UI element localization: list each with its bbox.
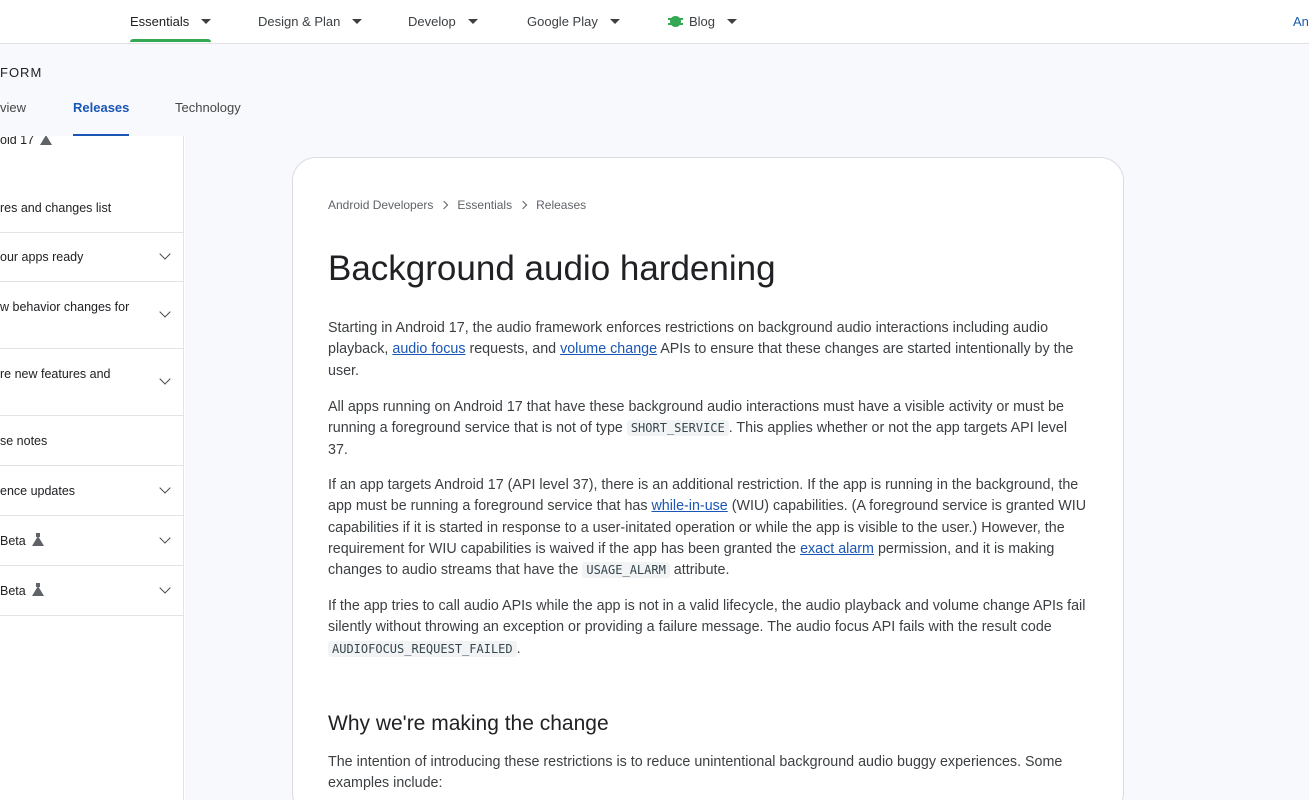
topnav-essentials-label: Essentials — [130, 14, 190, 29]
sidebar-item-label: re new features and — [0, 367, 111, 381]
flask-icon — [31, 583, 44, 596]
topnav-blog-label: Blog — [689, 14, 716, 29]
chevron-down-icon — [201, 19, 212, 24]
paragraph-target-api: If an app targets Android 17 (API level … — [328, 475, 1090, 581]
sidebar-nav: oid 17 res and changes list our apps rea… — [0, 136, 184, 800]
topnav-design-plan-label: Design & Plan — [258, 14, 341, 29]
chevron-down-icon — [727, 19, 738, 24]
sidebar-item-label: Beta — [0, 584, 26, 598]
section-header: FORM view Releases Technology — [0, 44, 1309, 136]
volume-change-link[interactable]: volume change — [560, 341, 657, 357]
chevron-down-icon — [159, 582, 171, 594]
sidebar-item-changes-list[interactable]: res and changes list — [0, 186, 183, 233]
topnav-blog[interactable]: Blog — [668, 0, 738, 43]
chevron-down-icon — [159, 373, 171, 385]
chevron-down-icon — [467, 19, 478, 24]
topnav-google-play[interactable]: Google Play — [527, 0, 620, 43]
topnav-google-play-label: Google Play — [527, 14, 598, 29]
chevron-right-icon — [518, 200, 528, 210]
paragraph-intro: Starting in Android 17, the audio framew… — [328, 318, 1090, 382]
sidebar-item-label: res and changes list — [0, 201, 112, 215]
top-navigation: Essentials Design & Plan Develop Google … — [0, 0, 1309, 44]
exact-alarm-link[interactable]: exact alarm — [800, 541, 874, 557]
paragraph-intention: The intention of introducing these restr… — [328, 754, 1063, 792]
sidebar-item-release-notes[interactable]: se notes — [0, 416, 183, 466]
sidebar-item-reference-updates[interactable]: ence updates — [0, 466, 183, 516]
chevron-down-icon — [352, 19, 363, 24]
sidebar-item-label: oid 17 — [0, 136, 35, 147]
chevron-down-icon — [159, 482, 171, 494]
topnav-develop[interactable]: Develop — [408, 0, 478, 43]
page-title: Background audio hardening — [328, 249, 776, 288]
sidebar-item-android-17[interactable]: oid 17 — [0, 136, 183, 150]
chevron-down-icon — [159, 306, 171, 318]
sidebar-item-behavior-changes[interactable]: w behavior changes for — [0, 282, 183, 349]
section-title: FORM — [0, 65, 43, 80]
code-audiofocus-failed: AUDIOFOCUS_REQUEST_FAILED — [328, 640, 517, 657]
sidebar-item-label: Beta — [0, 534, 26, 548]
chevron-right-icon — [440, 200, 449, 210]
sidebar-item-apps-ready[interactable]: our apps ready — [0, 233, 183, 282]
flask-icon — [31, 533, 44, 546]
chevron-down-icon — [609, 19, 620, 24]
breadcrumb: Android Developers Essentials Releases — [328, 197, 586, 213]
breadcrumb-android-developers[interactable]: Android Developers — [328, 198, 433, 212]
topnav-develop-label: Develop — [408, 14, 456, 29]
while-in-use-link[interactable]: while-in-use — [651, 498, 727, 514]
tab-technology[interactable]: Technology — [175, 100, 241, 136]
sidebar-item-beta-2[interactable]: Beta — [0, 566, 183, 616]
topnav-design-plan[interactable]: Design & Plan — [258, 0, 363, 43]
sidebar-item-label: our apps ready — [0, 250, 84, 264]
code-usage-alarm: USAGE_ALARM — [582, 562, 670, 579]
text: requests, and — [465, 341, 561, 358]
text: . — [516, 640, 521, 657]
breadcrumb-essentials[interactable]: Essentials — [457, 198, 512, 212]
chevron-down-icon — [159, 248, 171, 260]
topnav-right-link[interactable]: An — [1293, 0, 1309, 43]
sidebar-item-label: w behavior changes for — [0, 300, 130, 314]
text: If the app tries to call audio APIs whil… — [328, 598, 1086, 636]
paragraph-lifecycle: If the app tries to call audio APIs whil… — [328, 596, 1090, 660]
android-bug-icon — [668, 16, 683, 27]
topnav-essentials[interactable]: Essentials — [130, 0, 212, 43]
sidebar-item-new-features[interactable]: re new features and — [0, 349, 183, 416]
tab-releases[interactable]: Releases — [73, 100, 130, 136]
sidebar-item-beta-1[interactable]: Beta — [0, 516, 183, 566]
code-short-service: SHORT_SERVICE — [626, 420, 729, 437]
chevron-down-icon — [159, 532, 171, 544]
breadcrumb-releases[interactable]: Releases — [536, 198, 586, 212]
paragraph-all-apps: All apps running on Android 17 that have… — [328, 397, 1090, 461]
section-heading-why: Why we're making the change — [328, 712, 609, 735]
sidebar-item-label: se notes — [0, 434, 48, 448]
text: attribute. — [669, 562, 730, 579]
audio-focus-link[interactable]: audio focus — [392, 341, 465, 357]
sidebar-item-label: ence updates — [0, 484, 76, 498]
flask-icon — [40, 136, 53, 145]
tab-overview[interactable]: view — [0, 100, 26, 136]
